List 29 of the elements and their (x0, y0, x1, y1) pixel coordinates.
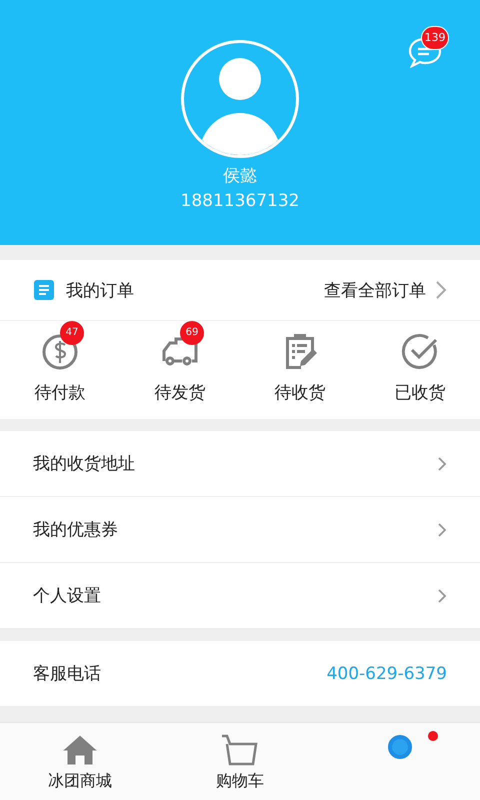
menu-item-label: 我的收货地址 (33, 453, 136, 475)
avatar-icon (181, 40, 299, 158)
order-status-label[interactable]: 待收货 (274, 381, 326, 404)
check-circle-icon (400, 331, 440, 371)
message-count-badge: 139 (421, 26, 449, 50)
order-status-label[interactable]: 待付款 (34, 381, 86, 404)
count-badge: 69 (180, 321, 204, 345)
menu-item[interactable]: 我的收货地址 (0, 431, 480, 497)
user-phone: 18811367132 (180, 191, 300, 211)
user-name: 侯懿 (223, 165, 257, 187)
orders-title: 我的订单 (66, 280, 135, 302)
chevron-right-icon (437, 520, 447, 538)
nav-tab[interactable]: 冰团商城 (0, 723, 160, 800)
cart-icon (220, 733, 260, 767)
menu-item[interactable]: 我的优惠券 (0, 497, 480, 563)
menu-item-label: 个人设置 (33, 585, 102, 607)
order-status-label[interactable]: 待发货 (154, 381, 206, 404)
menu-item-label: 我的优惠券 (33, 519, 119, 541)
chevron-right-icon (436, 281, 446, 299)
order-status-label[interactable]: 已收货 (394, 381, 446, 404)
view-all-orders-link[interactable]: 查看全部订单 (324, 278, 426, 302)
home-icon (60, 733, 100, 767)
nav-tab[interactable]: 购物车 (160, 723, 320, 800)
chevron-right-icon (437, 586, 447, 604)
count-badge: 47 (60, 321, 84, 345)
chevron-right-icon (437, 454, 447, 472)
list-icon (34, 280, 54, 300)
service-label: 客服电话 (33, 663, 102, 685)
menu-item[interactable]: 个人设置 (0, 563, 480, 629)
